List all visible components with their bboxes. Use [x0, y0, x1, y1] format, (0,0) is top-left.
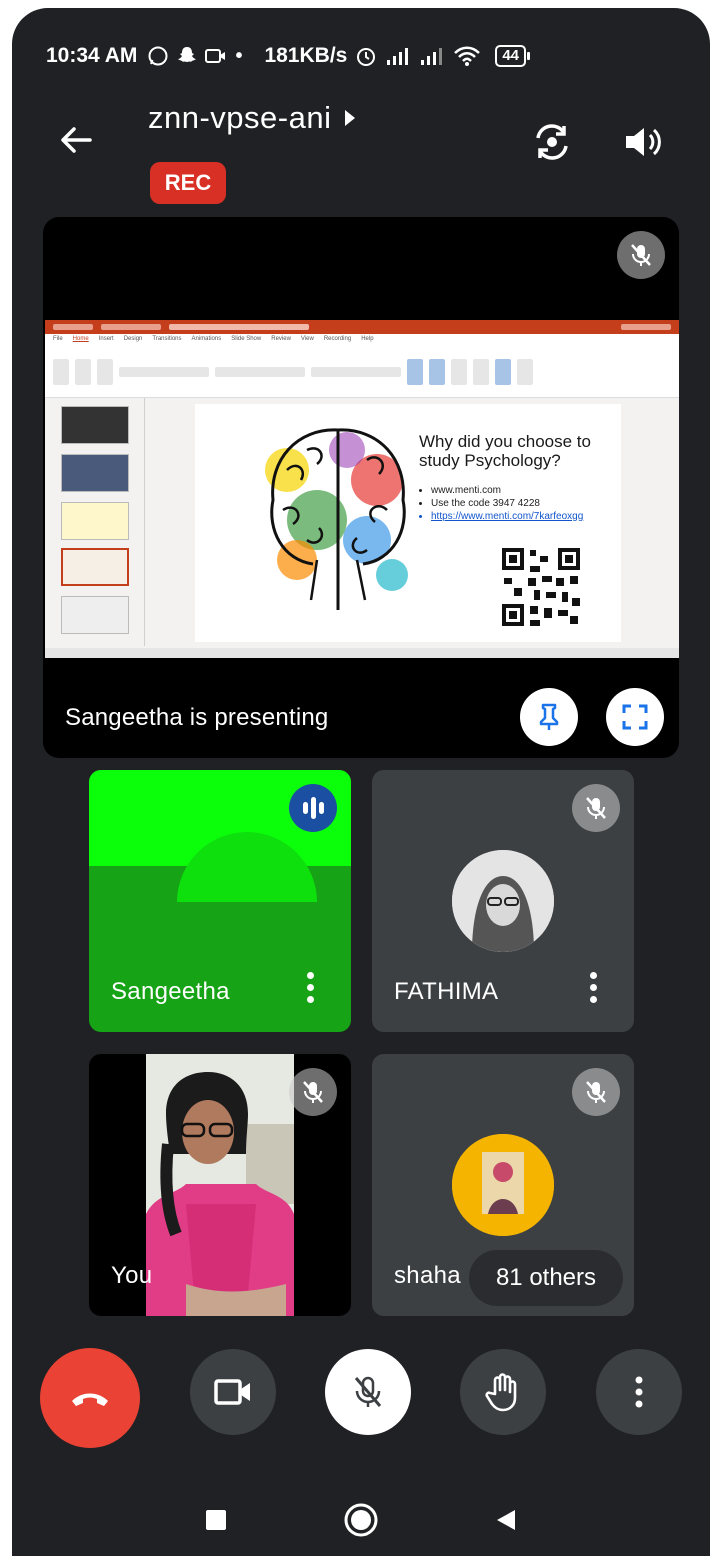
more-options-icon[interactable]: [590, 972, 598, 1004]
muted-mic-icon: [572, 784, 620, 832]
more-options-button[interactable]: [596, 1349, 682, 1435]
muted-mic-icon: [289, 1068, 337, 1116]
back-arrow-icon[interactable]: [56, 120, 96, 160]
wifi-icon: [454, 46, 481, 66]
meet-screen: 10:34 AM • 181KB/s 44 znn-vpse-ani REC F…: [12, 8, 710, 1556]
self-video: [146, 1054, 294, 1316]
shared-screen: File Home Insert Design Transitions Animation…: [45, 320, 679, 658]
raise-hand-icon: [485, 1373, 517, 1412]
fullscreen-button[interactable]: [606, 688, 664, 746]
recents-icon: [206, 1510, 226, 1530]
qr-code: [500, 546, 582, 628]
slide-bullet: www.menti.com: [431, 484, 583, 497]
slide-thumb: [61, 502, 129, 540]
camera-icon: [214, 1379, 250, 1405]
home-icon: [344, 1503, 378, 1537]
more-vert-icon: [635, 1376, 643, 1408]
raise-hand-button[interactable]: [460, 1349, 546, 1435]
participant-tile[interactable]: Sangeetha: [89, 770, 351, 1032]
camera-toggle-button[interactable]: [190, 1349, 276, 1435]
snapchat-icon: [178, 47, 197, 62]
battery-icon: 44: [495, 45, 530, 67]
powerpoint-statusbar: [45, 648, 679, 658]
presenter-label: Sangeetha is presenting: [65, 704, 329, 731]
slide-question: Why did you choose to study Psychology?: [419, 432, 591, 470]
slide-thumb: [61, 596, 129, 634]
speaker-icon[interactable]: [620, 120, 664, 164]
participant-name: FATHIMA: [394, 978, 499, 1005]
slide-bullets: www.menti.com Use the code 3947 4228 htt…: [431, 484, 583, 523]
end-call-button[interactable]: [40, 1348, 140, 1448]
dot-icon: •: [235, 44, 243, 67]
fullscreen-icon: [622, 704, 648, 730]
powerpoint-titlebar: [45, 320, 679, 334]
participant-name: shaha: [394, 1262, 461, 1289]
slide-thumb: [61, 406, 129, 444]
system-icons: 44: [355, 45, 530, 67]
meeting-title[interactable]: znn-vpse-ani: [148, 100, 356, 136]
powerpoint-ribbon: [45, 346, 679, 398]
participant-tile-self[interactable]: You: [89, 1054, 351, 1316]
muted-mic-icon: [572, 1068, 620, 1116]
muted-mic-icon: [617, 231, 665, 279]
nav-back-button[interactable]: [486, 1500, 526, 1540]
brain-illustration: [265, 428, 408, 610]
current-slide: Why did you choose to study Psychology? …: [195, 404, 621, 642]
net-speed: 181KB/s: [264, 44, 348, 67]
signal-icon: [387, 48, 409, 65]
participant-name: Sangeetha: [111, 978, 230, 1005]
signal-icon-2: [421, 48, 443, 65]
slide-thumb: [61, 454, 129, 492]
pin-button[interactable]: [520, 688, 578, 746]
slide-bullet: Use the code 3947 4228: [431, 497, 583, 510]
alarm-icon: [357, 48, 376, 66]
status-bar: 10:34 AM • 181KB/s 44: [46, 36, 690, 76]
avatar: [452, 850, 554, 952]
hang-up-icon: [72, 1393, 108, 1406]
home-button[interactable]: [341, 1500, 381, 1540]
mic-toggle-button[interactable]: [325, 1349, 411, 1435]
recents-button[interactable]: [196, 1500, 236, 1540]
chevron-right-icon: [345, 110, 356, 126]
status-time: 10:34 AM: [46, 44, 138, 67]
pin-icon: [539, 703, 559, 730]
more-options-icon[interactable]: [307, 972, 315, 1004]
powerpoint-tabs: File Home Insert Design Transitions Animation…: [45, 334, 679, 346]
meeting-code: znn-vpse-ani: [148, 100, 332, 135]
participant-tile[interactable]: FATHIMA: [372, 770, 634, 1032]
whatsapp-icon: [148, 46, 168, 66]
recording-badge: REC: [150, 162, 226, 204]
presentation-panel[interactable]: File Home Insert Design Transitions Animation…: [43, 217, 679, 758]
slide-link: https://www.menti.com/7karfeoxgg: [431, 510, 583, 523]
others-count-chip[interactable]: 81 others: [469, 1250, 623, 1306]
avatar: [452, 1134, 554, 1236]
participant-name: You: [111, 1262, 153, 1289]
nav-back-icon: [497, 1510, 515, 1530]
speaking-indicator-icon: [289, 784, 337, 832]
slide-thumbnails: [45, 398, 145, 646]
slide-thumb: [61, 548, 129, 586]
mic-off-icon: [354, 1376, 382, 1407]
video-icon: [205, 49, 226, 63]
switch-camera-icon[interactable]: [530, 120, 574, 164]
notification-icons: •: [147, 45, 242, 68]
